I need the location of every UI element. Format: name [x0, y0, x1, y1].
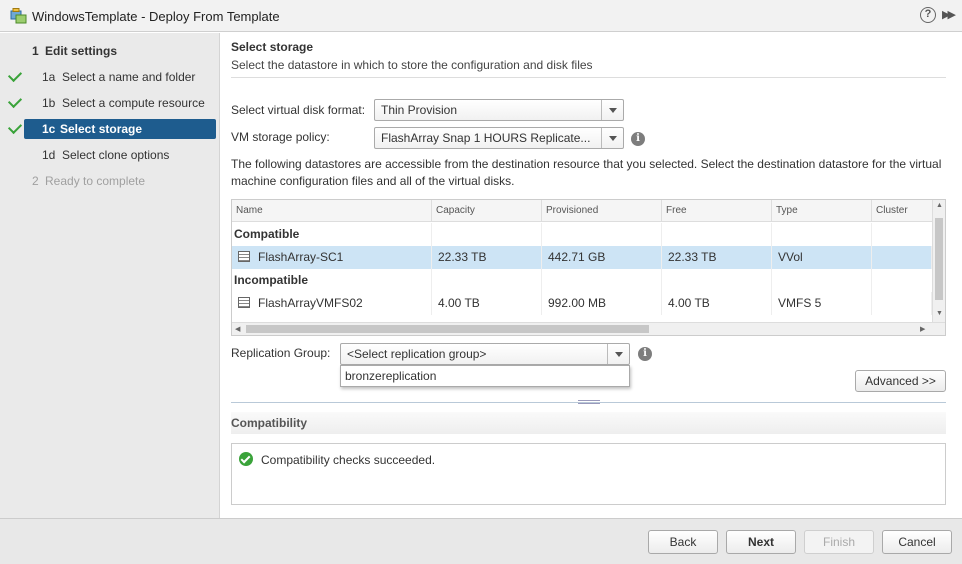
free-cell: 4.00 TB	[662, 292, 772, 315]
column-header-provisioned[interactable]: Provisioned	[542, 200, 662, 222]
table-row[interactable]: FlashArray-SC1 22.33 TB 442.71 GB 22.33 …	[232, 246, 932, 269]
step-label: Select storage	[60, 122, 143, 136]
datastore-instructions: The following datastores are accessible …	[231, 157, 942, 188]
group-label: Compatible	[232, 223, 432, 246]
scroll-right-icon[interactable]: ▶	[920, 325, 925, 333]
scroll-up-icon[interactable]: ▲	[936, 202, 943, 209]
compatibility-header: Compatibility	[231, 412, 946, 434]
checkmark-icon	[7, 67, 23, 83]
column-header-capacity[interactable]: Capacity	[432, 200, 542, 222]
finish-button: Finish	[804, 530, 874, 554]
step-select-storage[interactable]: 1c Select storage	[24, 119, 216, 139]
replication-group-select[interactable]: <Select replication group>	[340, 343, 630, 365]
type-cell: VVol	[772, 246, 872, 269]
chevron-down-icon[interactable]	[601, 128, 623, 148]
divider	[231, 77, 946, 78]
step-select-name-folder[interactable]: 1a Select a name and folder	[0, 67, 220, 87]
disk-format-select[interactable]: Thin Provision	[374, 99, 624, 121]
advanced-button[interactable]: Advanced >>	[855, 370, 946, 392]
scroll-left-icon[interactable]: ◀	[235, 325, 240, 333]
capacity-cell: 4.00 TB	[432, 292, 542, 315]
wizard-steps-sidebar: 1 Edit settings 1a Select a name and fol…	[0, 33, 220, 518]
table-row[interactable]: FlashArrayVMFS02 4.00 TB 992.00 MB 4.00 …	[232, 292, 932, 315]
scroll-down-icon[interactable]: ▼	[936, 310, 943, 317]
step-select-clone-options[interactable]: 1d Select clone options	[0, 145, 220, 165]
type-cell: VMFS 5	[772, 292, 872, 315]
scrollbar-thumb[interactable]	[246, 325, 649, 333]
chevron-down-icon[interactable]	[601, 100, 623, 120]
checkmark-icon	[7, 93, 23, 109]
datastore-icon	[238, 251, 250, 262]
compatibility-panel: Compatibility checks succeeded.	[231, 443, 946, 505]
step-number: 2	[32, 174, 39, 188]
scrollbar-thumb[interactable]	[935, 218, 943, 300]
disk-format-value: Thin Provision	[381, 103, 458, 117]
storage-policy-label: VM storage policy:	[231, 130, 330, 144]
step-number: 1d	[42, 148, 56, 162]
step-number: 1a	[42, 70, 56, 84]
main-panel: Select storage Select the datastore in w…	[221, 33, 962, 518]
replication-group-option[interactable]: bronzereplication	[340, 365, 630, 387]
info-icon[interactable]: i	[631, 132, 645, 146]
vm-template-icon	[10, 8, 27, 24]
horizontal-scrollbar[interactable]: ◀ ▶	[232, 322, 945, 335]
next-button[interactable]: Next	[726, 530, 796, 554]
step-edit-settings[interactable]: 1 Edit settings	[0, 41, 220, 61]
datastore-table: Name Capacity Provisioned Free Type Clus…	[231, 199, 946, 336]
window-title: WindowsTemplate - Deploy From Template	[32, 9, 280, 24]
group-label: Incompatible	[232, 269, 432, 292]
step-ready-to-complete: 2 Ready to complete	[0, 171, 220, 191]
success-check-icon	[239, 452, 253, 466]
title-bar: WindowsTemplate - Deploy From Template ?…	[0, 0, 962, 32]
storage-policy-value: FlashArray Snap 1 HOURS Replicate...	[381, 131, 591, 145]
free-cell: 22.33 TB	[662, 246, 772, 269]
checkmark-icon	[7, 119, 23, 135]
chevron-down-icon[interactable]	[607, 344, 629, 364]
capacity-cell: 22.33 TB	[432, 246, 542, 269]
column-header-free[interactable]: Free	[662, 200, 772, 222]
group-row-incompatible: Incompatible	[232, 269, 932, 292]
provisioned-cell: 442.71 GB	[542, 246, 662, 269]
compatibility-message: Compatibility checks succeeded.	[261, 453, 436, 467]
table-header: Name Capacity Provisioned Free Type Clus…	[232, 200, 932, 222]
cancel-button[interactable]: Cancel	[882, 530, 952, 554]
vertical-scrollbar[interactable]: ▲ ▼	[932, 200, 945, 323]
group-row-compatible: Compatible	[232, 223, 932, 246]
page-title: Select storage	[231, 40, 314, 54]
step-number: 1b	[42, 96, 56, 110]
wizard-footer: Back Next Finish Cancel	[0, 518, 962, 564]
column-header-name[interactable]: Name	[232, 200, 432, 222]
disk-format-label: Select virtual disk format:	[231, 103, 366, 117]
step-label: Select a compute resource	[62, 96, 205, 110]
back-button[interactable]: Back	[648, 530, 718, 554]
datastore-name: FlashArray-SC1	[258, 250, 344, 264]
step-label: Select clone options	[62, 148, 170, 162]
replication-group-label: Replication Group:	[231, 346, 331, 360]
datastore-name: FlashArrayVMFS02	[258, 296, 363, 310]
step-number: 1	[32, 44, 39, 58]
storage-policy-select[interactable]: FlashArray Snap 1 HOURS Replicate...	[374, 127, 624, 149]
help-icon[interactable]: ?	[920, 7, 936, 23]
cluster-cell	[872, 292, 932, 315]
cluster-cell	[872, 246, 932, 269]
step-label: Ready to complete	[45, 174, 146, 188]
info-icon[interactable]: i	[638, 347, 652, 361]
provisioned-cell: 992.00 MB	[542, 292, 662, 315]
step-label: Edit settings	[45, 44, 118, 58]
step-number: 1c	[42, 122, 56, 136]
column-header-cluster[interactable]: Cluster	[872, 200, 932, 222]
datastore-icon	[238, 297, 250, 308]
expand-icon[interactable]: ▶▶	[942, 8, 956, 21]
splitter-grip-icon[interactable]	[578, 400, 600, 404]
step-label: Select a name and folder	[62, 70, 196, 84]
replication-group-value: <Select replication group>	[347, 347, 487, 361]
step-select-compute-resource[interactable]: 1b Select a compute resource	[0, 93, 220, 113]
page-description: Select the datastore in which to store t…	[231, 58, 593, 72]
column-header-type[interactable]: Type	[772, 200, 872, 222]
